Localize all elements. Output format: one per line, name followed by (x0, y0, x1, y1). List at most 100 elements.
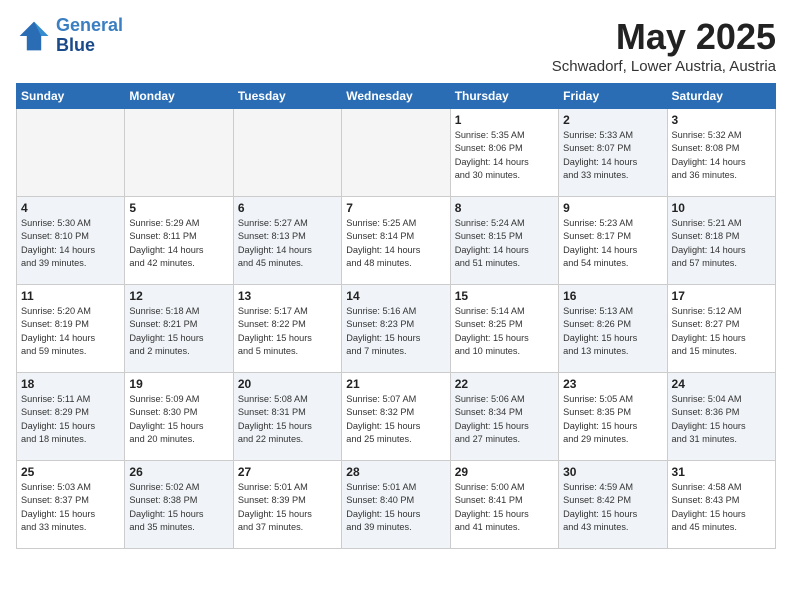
calendar-week-2: 4Sunrise: 5:30 AMSunset: 8:10 PMDaylight… (17, 197, 776, 285)
calendar-week-3: 11Sunrise: 5:20 AMSunset: 8:19 PMDayligh… (17, 285, 776, 373)
day-info: Sunrise: 5:04 AMSunset: 8:36 PMDaylight:… (672, 393, 771, 446)
title-block: May 2025 Schwadorf, Lower Austria, Austr… (552, 16, 776, 75)
day-number: 1 (455, 113, 554, 127)
day-info: Sunrise: 5:03 AMSunset: 8:37 PMDaylight:… (21, 481, 120, 534)
location-title: Schwadorf, Lower Austria, Austria (552, 58, 776, 75)
day-number: 29 (455, 465, 554, 479)
calendar-cell (17, 109, 125, 197)
day-number: 19 (129, 377, 228, 391)
day-info: Sunrise: 5:09 AMSunset: 8:30 PMDaylight:… (129, 393, 228, 446)
weekday-header-monday: Monday (125, 84, 233, 109)
calendar-cell: 7 Sunrise: 5:25 AMSunset: 8:14 PMDaylight… (342, 197, 450, 285)
day-number: 23 (563, 377, 662, 391)
weekday-header-sunday: Sunday (17, 84, 125, 109)
calendar-table: SundayMondayTuesdayWednesdayThursdayFrid… (16, 83, 776, 549)
day-number: 8 (455, 201, 554, 215)
day-number: 3 (672, 113, 771, 127)
day-info: Sunrise: 5:17 AMSunset: 8:22 PMDaylight:… (238, 305, 337, 358)
calendar-cell: 19 Sunrise: 5:09 AMSunset: 8:30 PMDayligh… (125, 373, 233, 461)
weekday-header-wednesday: Wednesday (342, 84, 450, 109)
day-number: 15 (455, 289, 554, 303)
day-info: Sunrise: 4:58 AMSunset: 8:43 PMDaylight:… (672, 481, 771, 534)
day-info: Sunrise: 5:29 AMSunset: 8:11 PMDaylight:… (129, 217, 228, 270)
day-info: Sunrise: 5:02 AMSunset: 8:38 PMDaylight:… (129, 481, 228, 534)
day-info: Sunrise: 5:11 AMSunset: 8:29 PMDaylight:… (21, 393, 120, 446)
day-info: Sunrise: 5:07 AMSunset: 8:32 PMDaylight:… (346, 393, 445, 446)
calendar-cell: 25Sunrise: 5:03 AMSunset: 8:37 PMDayligh… (17, 461, 125, 549)
day-info: Sunrise: 5:05 AMSunset: 8:35 PMDaylight:… (563, 393, 662, 446)
calendar-cell: 11Sunrise: 5:20 AMSunset: 8:19 PMDayligh… (17, 285, 125, 373)
calendar-header-row: SundayMondayTuesdayWednesdayThursdayFrid… (17, 84, 776, 109)
calendar-cell: 31 Sunrise: 4:58 AMSunset: 8:43 PMDayligh… (667, 461, 775, 549)
calendar-cell: 8 Sunrise: 5:24 AMSunset: 8:15 PMDaylight… (450, 197, 558, 285)
day-number: 31 (672, 465, 771, 479)
calendar-cell: 2 Sunrise: 5:33 AMSunset: 8:07 PMDaylight… (559, 109, 667, 197)
calendar-cell (125, 109, 233, 197)
calendar-cell: 9 Sunrise: 5:23 AMSunset: 8:17 PMDaylight… (559, 197, 667, 285)
day-info: Sunrise: 5:12 AMSunset: 8:27 PMDaylight:… (672, 305, 771, 358)
calendar-cell: 13 Sunrise: 5:17 AMSunset: 8:22 PMDayligh… (233, 285, 341, 373)
calendar-cell: 26 Sunrise: 5:02 AMSunset: 8:38 PMDayligh… (125, 461, 233, 549)
calendar-cell: 16Sunrise: 5:13 AMSunset: 8:26 PMDayligh… (559, 285, 667, 373)
day-info: Sunrise: 5:16 AMSunset: 8:23 PMDaylight:… (346, 305, 445, 358)
day-number: 10 (672, 201, 771, 215)
day-info: Sunrise: 5:00 AMSunset: 8:41 PMDaylight:… (455, 481, 554, 534)
calendar-cell: 1 Sunrise: 5:35 AMSunset: 8:06 PMDaylight… (450, 109, 558, 197)
logo-text: General Blue (56, 16, 123, 56)
calendar-cell: 22 Sunrise: 5:06 AMSunset: 8:34 PMDayligh… (450, 373, 558, 461)
day-number: 27 (238, 465, 337, 479)
month-title: May 2025 (552, 16, 776, 58)
calendar-cell: 12 Sunrise: 5:18 AMSunset: 8:21 PMDayligh… (125, 285, 233, 373)
day-number: 22 (455, 377, 554, 391)
day-number: 7 (346, 201, 445, 215)
calendar-cell: 18 Sunrise: 5:11 AMSunset: 8:29 PMDayligh… (17, 373, 125, 461)
day-info: Sunrise: 5:14 AMSunset: 8:25 PMDaylight:… (455, 305, 554, 358)
day-info: Sunrise: 5:01 AMSunset: 8:39 PMDaylight:… (238, 481, 337, 534)
calendar-week-1: 1 Sunrise: 5:35 AMSunset: 8:06 PMDaylight… (17, 109, 776, 197)
day-info: Sunrise: 5:33 AMSunset: 8:07 PMDaylight:… (563, 129, 662, 182)
calendar-cell: 27 Sunrise: 5:01 AMSunset: 8:39 PMDayligh… (233, 461, 341, 549)
day-info: Sunrise: 5:06 AMSunset: 8:34 PMDaylight:… (455, 393, 554, 446)
day-number: 16 (563, 289, 662, 303)
calendar-cell: 5 Sunrise: 5:29 AMSunset: 8:11 PMDaylight… (125, 197, 233, 285)
calendar-cell: 17Sunrise: 5:12 AMSunset: 8:27 PMDayligh… (667, 285, 775, 373)
calendar-cell: 15 Sunrise: 5:14 AMSunset: 8:25 PMDayligh… (450, 285, 558, 373)
day-number: 14 (346, 289, 445, 303)
weekday-header-tuesday: Tuesday (233, 84, 341, 109)
day-number: 5 (129, 201, 228, 215)
day-info: Sunrise: 5:24 AMSunset: 8:15 PMDaylight:… (455, 217, 554, 270)
day-info: Sunrise: 5:01 AMSunset: 8:40 PMDaylight:… (346, 481, 445, 534)
day-info: Sunrise: 5:27 AMSunset: 8:13 PMDaylight:… (238, 217, 337, 270)
day-info: Sunrise: 5:35 AMSunset: 8:06 PMDaylight:… (455, 129, 554, 182)
day-number: 24 (672, 377, 771, 391)
day-number: 26 (129, 465, 228, 479)
calendar-week-5: 25Sunrise: 5:03 AMSunset: 8:37 PMDayligh… (17, 461, 776, 549)
day-info: Sunrise: 5:08 AMSunset: 8:31 PMDaylight:… (238, 393, 337, 446)
calendar-cell: 6Sunrise: 5:27 AMSunset: 8:13 PMDaylight… (233, 197, 341, 285)
weekday-header-friday: Friday (559, 84, 667, 109)
day-info: Sunrise: 5:32 AMSunset: 8:08 PMDaylight:… (672, 129, 771, 182)
day-info: Sunrise: 5:21 AMSunset: 8:18 PMDaylight:… (672, 217, 771, 270)
day-info: Sunrise: 5:18 AMSunset: 8:21 PMDaylight:… (129, 305, 228, 358)
calendar-cell: 3 Sunrise: 5:32 AMSunset: 8:08 PMDaylight… (667, 109, 775, 197)
calendar-cell (233, 109, 341, 197)
calendar-body: 1 Sunrise: 5:35 AMSunset: 8:06 PMDaylight… (17, 109, 776, 549)
logo-icon (16, 18, 52, 54)
day-number: 9 (563, 201, 662, 215)
day-number: 13 (238, 289, 337, 303)
day-number: 12 (129, 289, 228, 303)
calendar-cell: 20 Sunrise: 5:08 AMSunset: 8:31 PMDayligh… (233, 373, 341, 461)
day-number: 20 (238, 377, 337, 391)
calendar-cell: 30Sunrise: 4:59 AMSunset: 8:42 PMDayligh… (559, 461, 667, 549)
calendar-cell: 24 Sunrise: 5:04 AMSunset: 8:36 PMDayligh… (667, 373, 775, 461)
day-info: Sunrise: 5:23 AMSunset: 8:17 PMDaylight:… (563, 217, 662, 270)
day-info: Sunrise: 5:25 AMSunset: 8:14 PMDaylight:… (346, 217, 445, 270)
calendar-cell: 21Sunrise: 5:07 AMSunset: 8:32 PMDayligh… (342, 373, 450, 461)
day-number: 11 (21, 289, 120, 303)
day-number: 2 (563, 113, 662, 127)
day-info: Sunrise: 5:30 AMSunset: 8:10 PMDaylight:… (21, 217, 120, 270)
logo: General Blue (16, 16, 123, 56)
day-number: 18 (21, 377, 120, 391)
day-number: 28 (346, 465, 445, 479)
calendar-cell: 10 Sunrise: 5:21 AMSunset: 8:18 PMDayligh… (667, 197, 775, 285)
